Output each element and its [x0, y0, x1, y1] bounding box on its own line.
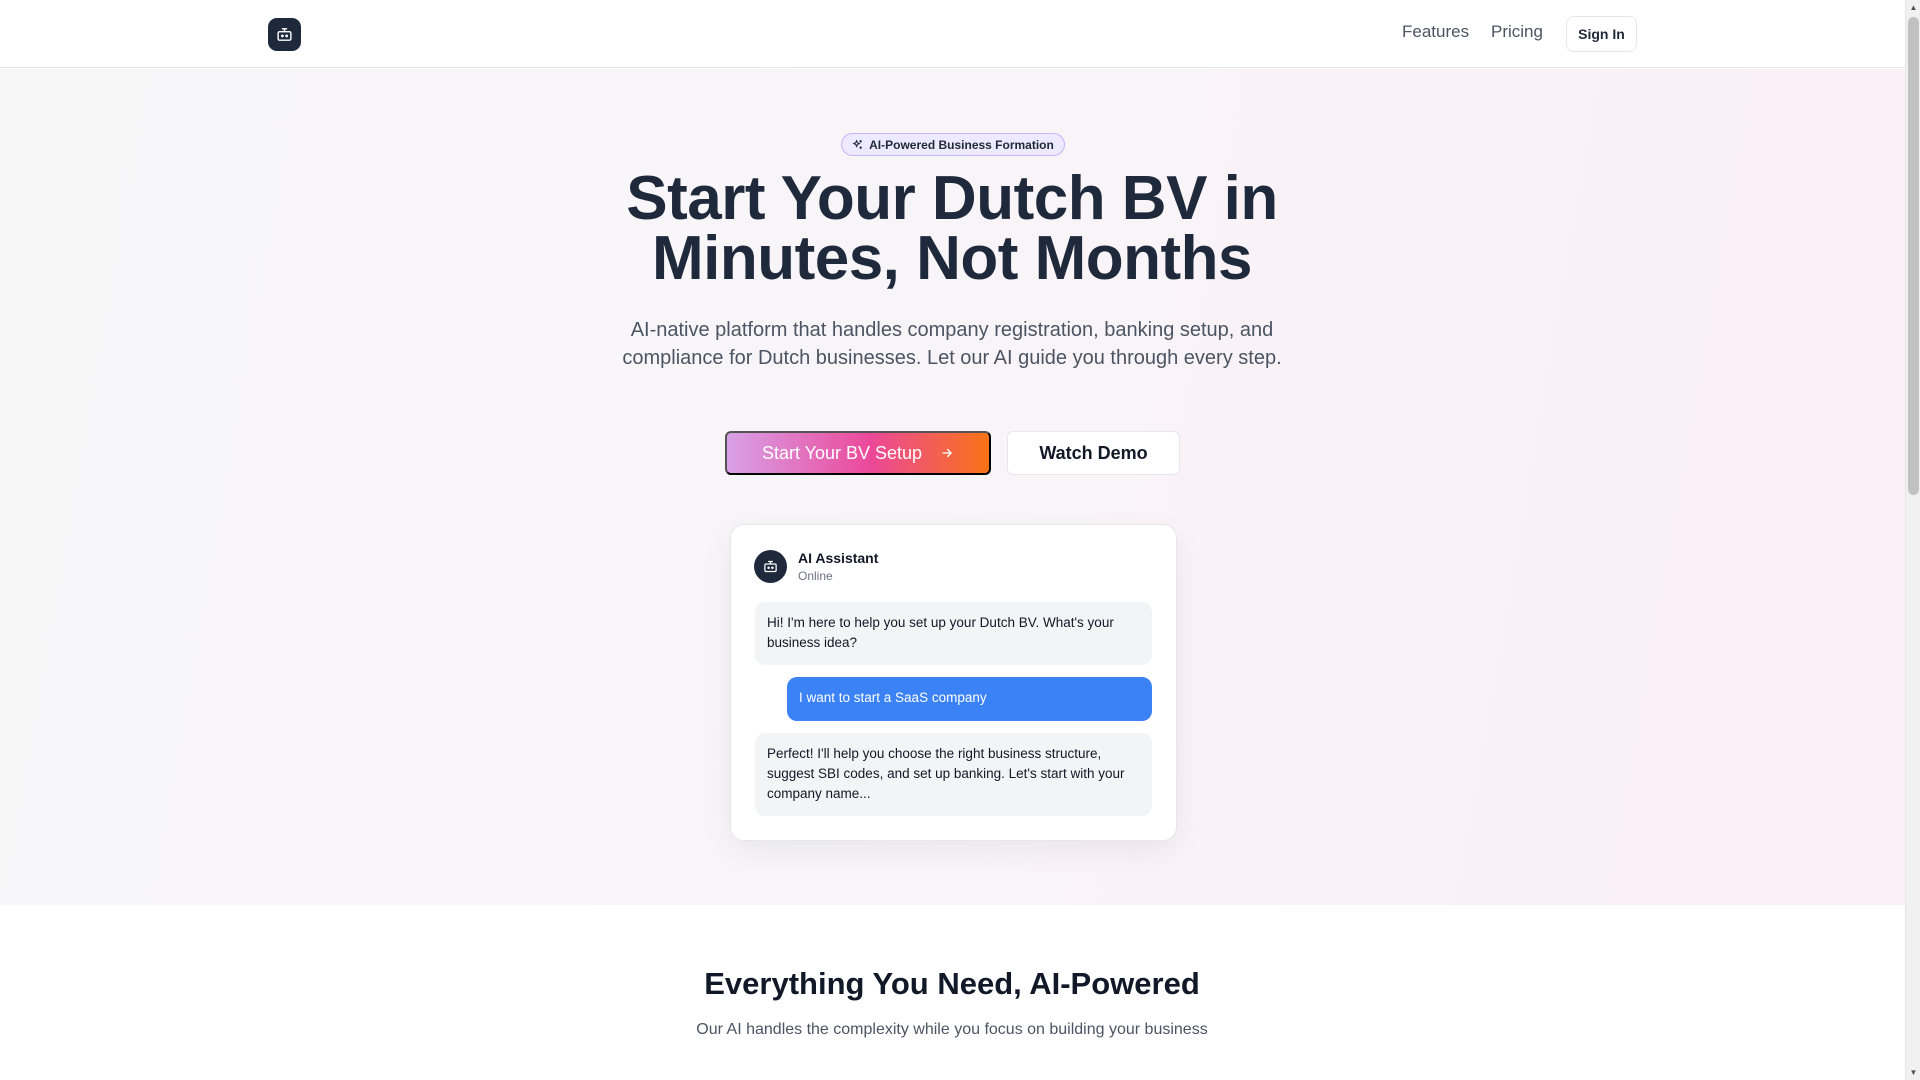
hero-subtitle: AI-native platform that handles company … [622, 319, 1282, 369]
chat-message-assistant: Perfect! I'll help you choose the right … [755, 733, 1152, 816]
assistant-avatar [754, 550, 787, 583]
features-title: Everything You Need, AI-Powered [704, 966, 1200, 1001]
hero-badge: AI-Powered Business Formation [841, 133, 1065, 156]
scrollbar-thumb[interactable] [1908, 17, 1919, 495]
hero-title-line1: Start Your Dutch BV in [626, 164, 1278, 233]
nav-link-pricing[interactable]: Pricing [1491, 22, 1543, 42]
assistant-status: Online [798, 569, 833, 583]
scroll-up-icon[interactable]: ▲ [1906, 0, 1920, 15]
nav-link-features[interactable]: Features [1402, 22, 1469, 42]
robot-icon [277, 28, 292, 41]
top-nav: Features Pricing Sign In [0, 0, 1905, 68]
assistant-name: AI Assistant [798, 550, 879, 566]
features-subtitle: Our AI handles the complexity while you … [696, 1021, 1208, 1038]
logo[interactable] [268, 18, 301, 51]
chat-message-user: I want to start a SaaS company [787, 677, 1152, 721]
robot-icon [764, 560, 777, 573]
hero-title: Start Your Dutch BV in Minutes, Not Mont… [552, 168, 1352, 290]
sign-in-button[interactable]: Sign In [1566, 16, 1637, 52]
page: Features Pricing Sign In AI-Powered Busi… [0, 0, 1905, 1080]
hero-title-line2: Minutes, Not Months [651, 224, 1253, 293]
vertical-scrollbar[interactable]: ▲ ▼ [1905, 0, 1920, 1080]
sparkles-icon [853, 139, 863, 150]
chat-message-assistant: Hi! I'm here to help you set up your Dut… [755, 602, 1152, 665]
start-bv-setup-label: Start Your BV Setup [761, 442, 923, 463]
chat-preview-card: AI Assistant Online Hi! I'm here to help… [730, 524, 1177, 841]
hero-badge-label: AI-Powered Business Formation [869, 137, 1054, 152]
hero-section: AI-Powered Business Formation Start Your… [0, 69, 1905, 905]
scroll-down-icon[interactable]: ▼ [1906, 1065, 1920, 1080]
start-bv-setup-button[interactable]: Start Your BV Setup [725, 431, 991, 475]
watch-demo-button[interactable]: Watch Demo [1007, 431, 1180, 475]
arrow-right-icon [942, 448, 952, 458]
